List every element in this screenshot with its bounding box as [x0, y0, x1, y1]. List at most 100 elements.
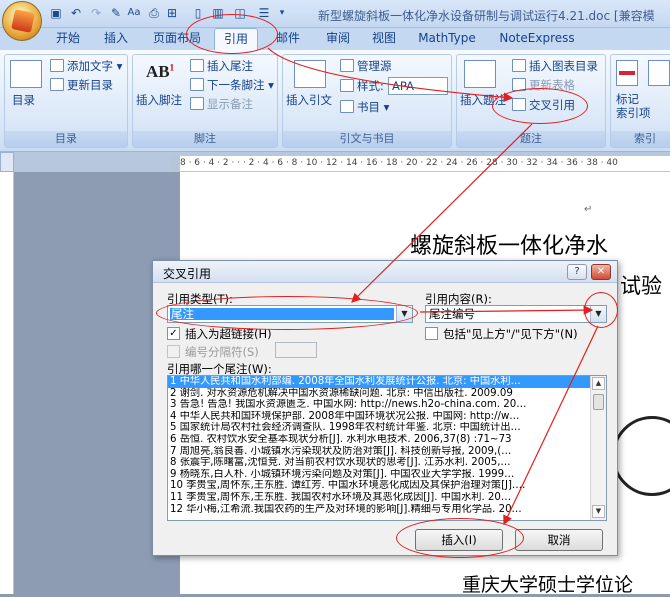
next-footnote-button[interactable]: 下一条脚注 ▾: [190, 77, 274, 93]
style-dropdown[interactable]: APA: [388, 77, 448, 95]
document-footer-text: 重庆大学硕士学位论: [462, 574, 634, 596]
toc-icon: [10, 60, 42, 88]
insert-caption-icon: [464, 60, 496, 88]
list-item[interactable]: 6 岳恒. 农村饮水安全基本现状分析[J]. 水利水电技术. 2006,37(8…: [168, 434, 592, 446]
list-item[interactable]: 2 谢剑. 对水资源危机解决中国水资源稀缺问题. 北京: 中信出版社. 2009…: [168, 388, 592, 400]
group-label: 引文与书目: [283, 131, 451, 147]
ref-type-value: 尾注: [171, 307, 194, 321]
view-icon[interactable]: ▥: [210, 5, 226, 21]
list-item[interactable]: 1 中华人民共和国水利部编. 2008年全国水利发展统计公报. 北京: 中国水利…: [168, 376, 592, 388]
style-label: 样式:: [357, 79, 384, 93]
style-selector[interactable]: 样式:: [340, 78, 384, 94]
separator-checkbox[interactable]: [167, 345, 180, 358]
page-icon[interactable]: ▯: [190, 5, 206, 21]
insert-button[interactable]: 插入(I): [415, 529, 503, 551]
update-table-label: 更新表格: [529, 78, 575, 92]
show-notes-button[interactable]: 显示备注: [190, 96, 253, 112]
separator-input[interactable]: [275, 342, 317, 358]
insert-footnote-button[interactable]: 插入脚注: [136, 92, 182, 108]
insert-caption-button[interactable]: 插入题注: [460, 92, 506, 108]
footnote-icon: AB1: [146, 62, 175, 81]
scroll-up-icon[interactable]: ▲: [592, 377, 605, 390]
horizontal-ruler[interactable]: 8 · 6 · 4 · 2 · · · 2 · 4 · 6 · 8 · 10 ·…: [180, 156, 670, 172]
scroll-thumb[interactable]: [593, 394, 604, 410]
ref-content-dropdown[interactable]: 尾注编号 ▼: [425, 305, 607, 323]
list-item[interactable]: 4 中华人民共和国环境保护部. 2008年中国环境状况公报. 中国网: http…: [168, 411, 592, 423]
separator-label: 编号分隔符(S): [185, 345, 259, 359]
font-size-icon[interactable]: Aa: [126, 5, 142, 21]
insert-table-of-figures-button[interactable]: 插入图表目录: [512, 58, 598, 74]
above-below-checkbox[interactable]: [425, 327, 438, 340]
quick-print-icon[interactable]: ⎙: [146, 5, 162, 21]
tab-mathtype[interactable]: MathType: [414, 28, 480, 50]
tab-page-layout[interactable]: 页面布局: [146, 28, 208, 50]
list-item[interactable]: 10 李贵宝,周怀东,王东胜. 谭红芳. 中国水环境恶化成因及其保护治理对策[J…: [168, 480, 592, 492]
insert-citation-button[interactable]: 插入引文: [286, 92, 332, 108]
tab-home[interactable]: 开始: [50, 28, 86, 50]
window-icon[interactable]: ◫: [232, 5, 248, 21]
mark-entry-button[interactable]: 标记 索引项: [616, 92, 651, 120]
insert-index-icon[interactable]: [648, 60, 670, 86]
list-scrollbar[interactable]: ▲ ▼: [590, 376, 606, 520]
save-icon[interactable]: ▣: [48, 5, 64, 21]
insert-hyperlink-checkbox[interactable]: ✓: [167, 327, 180, 340]
next-footnote-label: 下一条脚注: [207, 78, 265, 92]
help-button[interactable]: ?: [567, 264, 587, 280]
ref-content-value: 尾注编号: [429, 307, 475, 321]
insert-endnote-button[interactable]: 插入尾注: [190, 58, 253, 74]
table-icon[interactable]: ⊞: [164, 5, 180, 21]
list-item[interactable]: 5 国家统计局农村社会经济调查队. 1998年农村统计年鉴. 北京: 中国统计出…: [168, 422, 592, 434]
dialog-title: 交叉引用: [163, 267, 212, 281]
manage-sources-button[interactable]: 管理源: [340, 58, 392, 74]
vertical-ruler[interactable]: [0, 172, 14, 594]
bibliography-label: 书目: [357, 100, 380, 114]
close-icon[interactable]: ✕: [591, 264, 611, 280]
toc-button[interactable]: 目录: [12, 92, 35, 108]
next-footnote-icon: [190, 78, 204, 91]
list-item[interactable]: 7 周旭亮,翁良善. 小城镇水污染现状及防治对策[J]. 科技创新导报, 200…: [168, 446, 592, 458]
list-item[interactable]: 12 华小梅,江希流.我国农药的生产及对环境的影响[J].精细与专用化学品. 2…: [168, 504, 592, 516]
endnote-list[interactable]: 1 中华人民共和国水利部编. 2008年全国水利发展统计公报. 北京: 中国水利…: [167, 375, 607, 521]
group-label: 索引: [611, 131, 670, 147]
above-below-label[interactable]: 包括"见上方"/"见下方"(N): [443, 326, 578, 342]
tab-noteexpress[interactable]: NoteExpress: [494, 28, 580, 50]
bibliography-button[interactable]: 书目 ▾: [340, 99, 389, 115]
document-subheading: 试验: [620, 274, 662, 298]
add-text-button[interactable]: 添加文字 ▾: [50, 58, 122, 74]
update-toc-button[interactable]: 更新目录: [50, 77, 113, 93]
cancel-button[interactable]: 取消: [515, 529, 603, 551]
update-table-button[interactable]: 更新表格: [512, 77, 575, 93]
list-item[interactable]: 11 李贵宝,周怀东,王东胜. 我国农村水环境及其恶化成因[J]. 中国水利. …: [168, 492, 592, 504]
tab-review[interactable]: 审阅: [318, 28, 358, 50]
customize-qat-icon[interactable]: ▾: [274, 5, 290, 21]
list-item[interactable]: 8 张震宇,陈曙富,沈恒竞. 对当前农村饮水现状的思考[J]. 江苏水利. 20…: [168, 457, 592, 469]
insert-hyperlink-label[interactable]: 插入为超链接(H): [185, 326, 272, 342]
undo-icon[interactable]: ↶: [68, 5, 84, 21]
chevron-down-icon[interactable]: ▼: [590, 306, 606, 322]
format-painter-icon[interactable]: ✎: [108, 5, 124, 21]
tab-insert[interactable]: 插入: [96, 28, 136, 50]
bibliography-icon: [340, 100, 354, 113]
manage-sources-icon: [340, 59, 354, 72]
style-value: APA: [392, 79, 414, 93]
tab-view[interactable]: 视图: [364, 28, 404, 50]
redo-icon[interactable]: ↷: [88, 5, 104, 21]
list-item[interactable]: 3 告急! 告急! 我国水资源匮乏. 中国水网: http://news.h2o…: [168, 399, 592, 411]
group-label: 脚注: [133, 131, 277, 147]
group-label: 目录: [5, 131, 127, 147]
tab-references[interactable]: 引用: [214, 28, 258, 50]
office-button[interactable]: [2, 1, 42, 41]
cross-reference-button[interactable]: 交叉引用: [512, 97, 575, 113]
endnote-icon: [190, 59, 204, 72]
ruler-toggle-icon[interactable]: [0, 152, 14, 172]
bullets-icon[interactable]: ☰: [256, 5, 272, 21]
window-title: 新型螺旋斜板一体化净水设备研制与调试运行4.21.doc [兼容模: [318, 9, 655, 23]
chevron-down-icon[interactable]: ▼: [396, 306, 412, 322]
list-item[interactable]: 9 杨晓东,白人朴. 小城镇环境污染问题及对策[J]. 中国农业大学学报. 19…: [168, 469, 592, 481]
ref-type-dropdown[interactable]: 尾注 ▼: [167, 305, 413, 323]
insert-citation-icon: [294, 60, 326, 88]
update-table-icon: [512, 78, 526, 91]
scroll-down-icon[interactable]: ▼: [592, 505, 605, 518]
tab-mailings[interactable]: 邮件: [268, 28, 308, 50]
cross-reference-dialog: 交叉引用 ? ✕ 引用类型(T): 尾注 ▼ 引用内容(R): 尾注编号 ▼ ✓…: [152, 260, 618, 556]
